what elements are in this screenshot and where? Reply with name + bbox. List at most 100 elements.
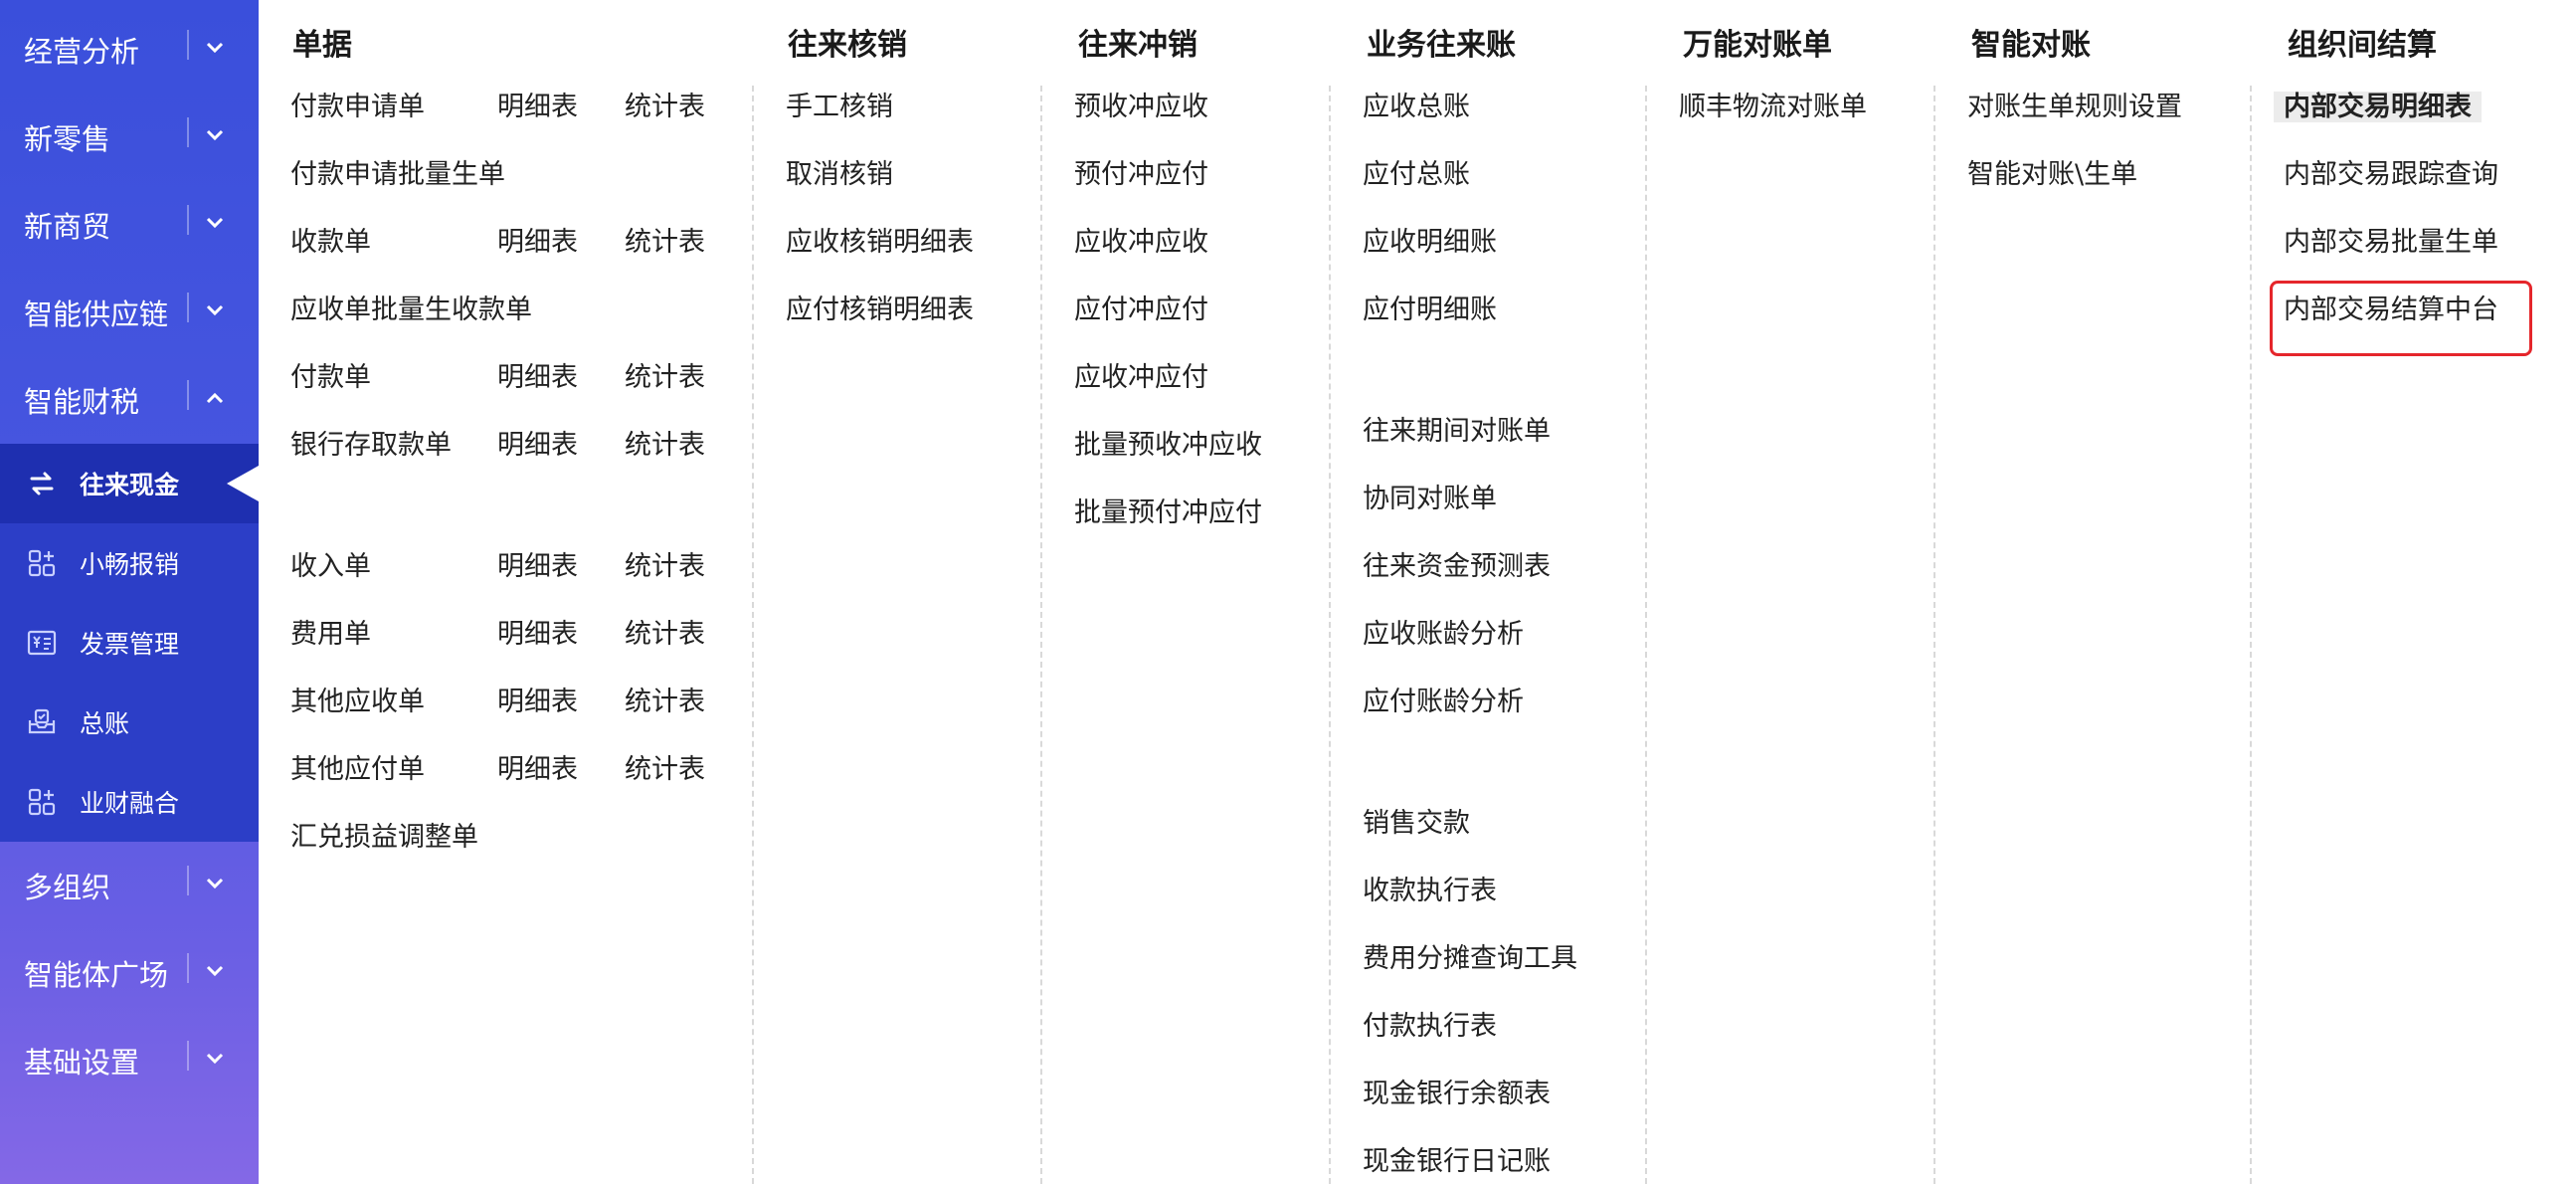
menu-item[interactable]: 取消核销 <box>786 155 893 195</box>
chevron-down-icon <box>206 1053 224 1065</box>
menu-item[interactable]: 应收核销明细表 <box>786 223 974 263</box>
sidebar-sub-item-biz-finance[interactable]: 业财融合 <box>0 762 259 842</box>
sidebar-sub-item-current-cash[interactable]: 往来现金 <box>0 444 259 523</box>
document-link[interactable]: 汇兑损益调整单 <box>290 818 478 858</box>
menu-item[interactable]: 应收总账 <box>1363 88 1470 127</box>
column-divider <box>2250 86 2252 1184</box>
menu-item[interactable]: 应付账龄分析 <box>1363 683 1524 722</box>
detail-report-link[interactable]: 明细表 <box>497 750 578 790</box>
chevron-down-icon <box>206 42 224 54</box>
sidebar-item-label: 智能供应链 <box>24 297 169 331</box>
menu-item[interactable]: 往来资金预测表 <box>1363 547 1551 587</box>
menu-item-hovered[interactable]: 内部交易明细表 <box>2274 88 2482 127</box>
chevron-down-icon <box>206 965 224 977</box>
grid-plus-icon <box>28 549 56 577</box>
sidebar-item-label: 智能体广场 <box>24 958 169 992</box>
chevron-up-icon <box>206 392 224 404</box>
invoice-yen-icon <box>27 630 57 656</box>
menu-item[interactable]: 内部交易批量生单 <box>2284 223 2498 263</box>
sidebar-item-business-analysis[interactable]: 经营分析 <box>0 6 259 94</box>
chevron-down-icon <box>206 217 224 229</box>
ledger-tray-icon <box>28 708 56 734</box>
document-link[interactable]: 其他应付单 <box>290 750 425 790</box>
menu-item[interactable]: 顺丰物流对账单 <box>1679 88 1867 127</box>
stats-report-link[interactable]: 统计表 <box>625 426 705 466</box>
sidebar-item-label: 智能财税 <box>24 385 140 419</box>
document-link[interactable]: 收款单 <box>290 223 371 263</box>
menu-item[interactable]: 应付总账 <box>1363 155 1470 195</box>
menu-item[interactable]: 现金银行余额表 <box>1363 1075 1551 1114</box>
menu-item[interactable]: 应收冲应付 <box>1074 358 1208 398</box>
column-title-inter-org: 组织间结算 <box>2288 28 2437 63</box>
stats-report-link[interactable]: 统计表 <box>625 750 705 790</box>
sidebar-sub-item-label: 总账 <box>80 709 130 738</box>
menu-item[interactable]: 手工核销 <box>786 88 893 127</box>
chevron-down-icon <box>206 304 224 316</box>
menu-item[interactable]: 费用分摊查询工具 <box>1363 939 1577 979</box>
sidebar-item-supply-chain[interactable]: 智能供应链 <box>0 269 259 356</box>
menu-item[interactable]: 现金银行日记账 <box>1363 1142 1551 1182</box>
menu-item[interactable]: 销售交款 <box>1363 804 1470 844</box>
menu-item[interactable]: 收款执行表 <box>1363 872 1497 911</box>
menu-item[interactable]: 应付明细账 <box>1363 291 1497 330</box>
menu-item[interactable]: 付款执行表 <box>1363 1007 1497 1047</box>
column-title-accounts: 业务往来账 <box>1367 28 1516 63</box>
stats-report-link[interactable]: 统计表 <box>625 88 705 127</box>
column-title-universal: 万能对账单 <box>1683 28 1832 63</box>
sidebar-sub-item-invoice[interactable]: 发票管理 <box>0 603 259 683</box>
sidebar-sub-item-expense[interactable]: 小畅报销 <box>0 523 259 603</box>
chevron-down-icon <box>206 878 224 889</box>
detail-report-link[interactable]: 明细表 <box>497 683 578 722</box>
menu-item[interactable]: 应收冲应收 <box>1074 223 1208 263</box>
sidebar-item-label: 经营分析 <box>24 35 140 69</box>
document-link[interactable]: 付款单 <box>290 358 371 398</box>
stats-report-link[interactable]: 统计表 <box>625 615 705 655</box>
menu-item[interactable]: 应收明细账 <box>1363 223 1497 263</box>
grid-plus-icon <box>28 788 56 816</box>
sidebar-sub-item-label: 小畅报销 <box>80 550 180 579</box>
sidebar-submenu: 往来现金 小畅报销 发票管理 总账 业财融合 <box>0 444 259 842</box>
detail-report-link[interactable]: 明细表 <box>497 426 578 466</box>
menu-item[interactable]: 协同对账单 <box>1363 480 1497 519</box>
stats-report-link[interactable]: 统计表 <box>625 223 705 263</box>
sidebar-item-agent-plaza[interactable]: 智能体广场 <box>0 929 259 1017</box>
detail-report-link[interactable]: 明细表 <box>497 547 578 587</box>
menu-item[interactable]: 对账生单规则设置 <box>1967 88 2182 127</box>
document-link[interactable]: 付款申请批量生单 <box>290 155 505 195</box>
sidebar-item-multi-org[interactable]: 多组织 <box>0 842 259 929</box>
sidebar-item-label: 新商贸 <box>24 210 111 244</box>
column-title-writeoff: 往来核销 <box>788 28 907 63</box>
menu-item[interactable]: 应收账龄分析 <box>1363 615 1524 655</box>
menu-item[interactable]: 批量预收冲应收 <box>1074 426 1262 466</box>
menu-item[interactable]: 预收冲应收 <box>1074 88 1208 127</box>
document-link[interactable]: 费用单 <box>290 615 371 655</box>
document-link[interactable]: 付款申请单 <box>290 88 425 127</box>
detail-report-link[interactable]: 明细表 <box>497 615 578 655</box>
sidebar-item-label: 新零售 <box>24 122 111 156</box>
stats-report-link[interactable]: 统计表 <box>625 547 705 587</box>
highlight-box <box>2270 281 2532 356</box>
stats-report-link[interactable]: 统计表 <box>625 683 705 722</box>
detail-report-link[interactable]: 明细表 <box>497 223 578 263</box>
menu-item[interactable]: 智能对账\生单 <box>1967 155 2137 195</box>
menu-item[interactable]: 预付冲应付 <box>1074 155 1208 195</box>
sidebar-item-finance-tax[interactable]: 智能财税 <box>0 356 259 444</box>
sidebar-item-new-retail[interactable]: 新零售 <box>0 94 259 181</box>
document-link[interactable]: 其他应收单 <box>290 683 425 722</box>
column-divider <box>1040 86 1042 1184</box>
stats-report-link[interactable]: 统计表 <box>625 358 705 398</box>
sidebar-sub-item-ledger[interactable]: 总账 <box>0 683 259 762</box>
detail-report-link[interactable]: 明细表 <box>497 358 578 398</box>
document-link[interactable]: 银行存取款单 <box>290 426 452 466</box>
sidebar-item-new-trade[interactable]: 新商贸 <box>0 181 259 269</box>
menu-item[interactable]: 内部交易跟踪查询 <box>2284 155 2498 195</box>
detail-report-link[interactable]: 明细表 <box>497 88 578 127</box>
menu-item[interactable]: 往来期间对账单 <box>1363 412 1551 452</box>
menu-item[interactable]: 应付冲应付 <box>1074 291 1208 330</box>
sidebar-item-basic-settings[interactable]: 基础设置 <box>0 1017 259 1104</box>
menu-item[interactable]: 批量预付冲应付 <box>1074 493 1262 533</box>
document-link[interactable]: 应收单批量生收款单 <box>290 291 532 330</box>
document-link[interactable]: 收入单 <box>290 547 371 587</box>
menu-item[interactable]: 应付核销明细表 <box>786 291 974 330</box>
column-title-documents: 单据 <box>292 28 352 63</box>
